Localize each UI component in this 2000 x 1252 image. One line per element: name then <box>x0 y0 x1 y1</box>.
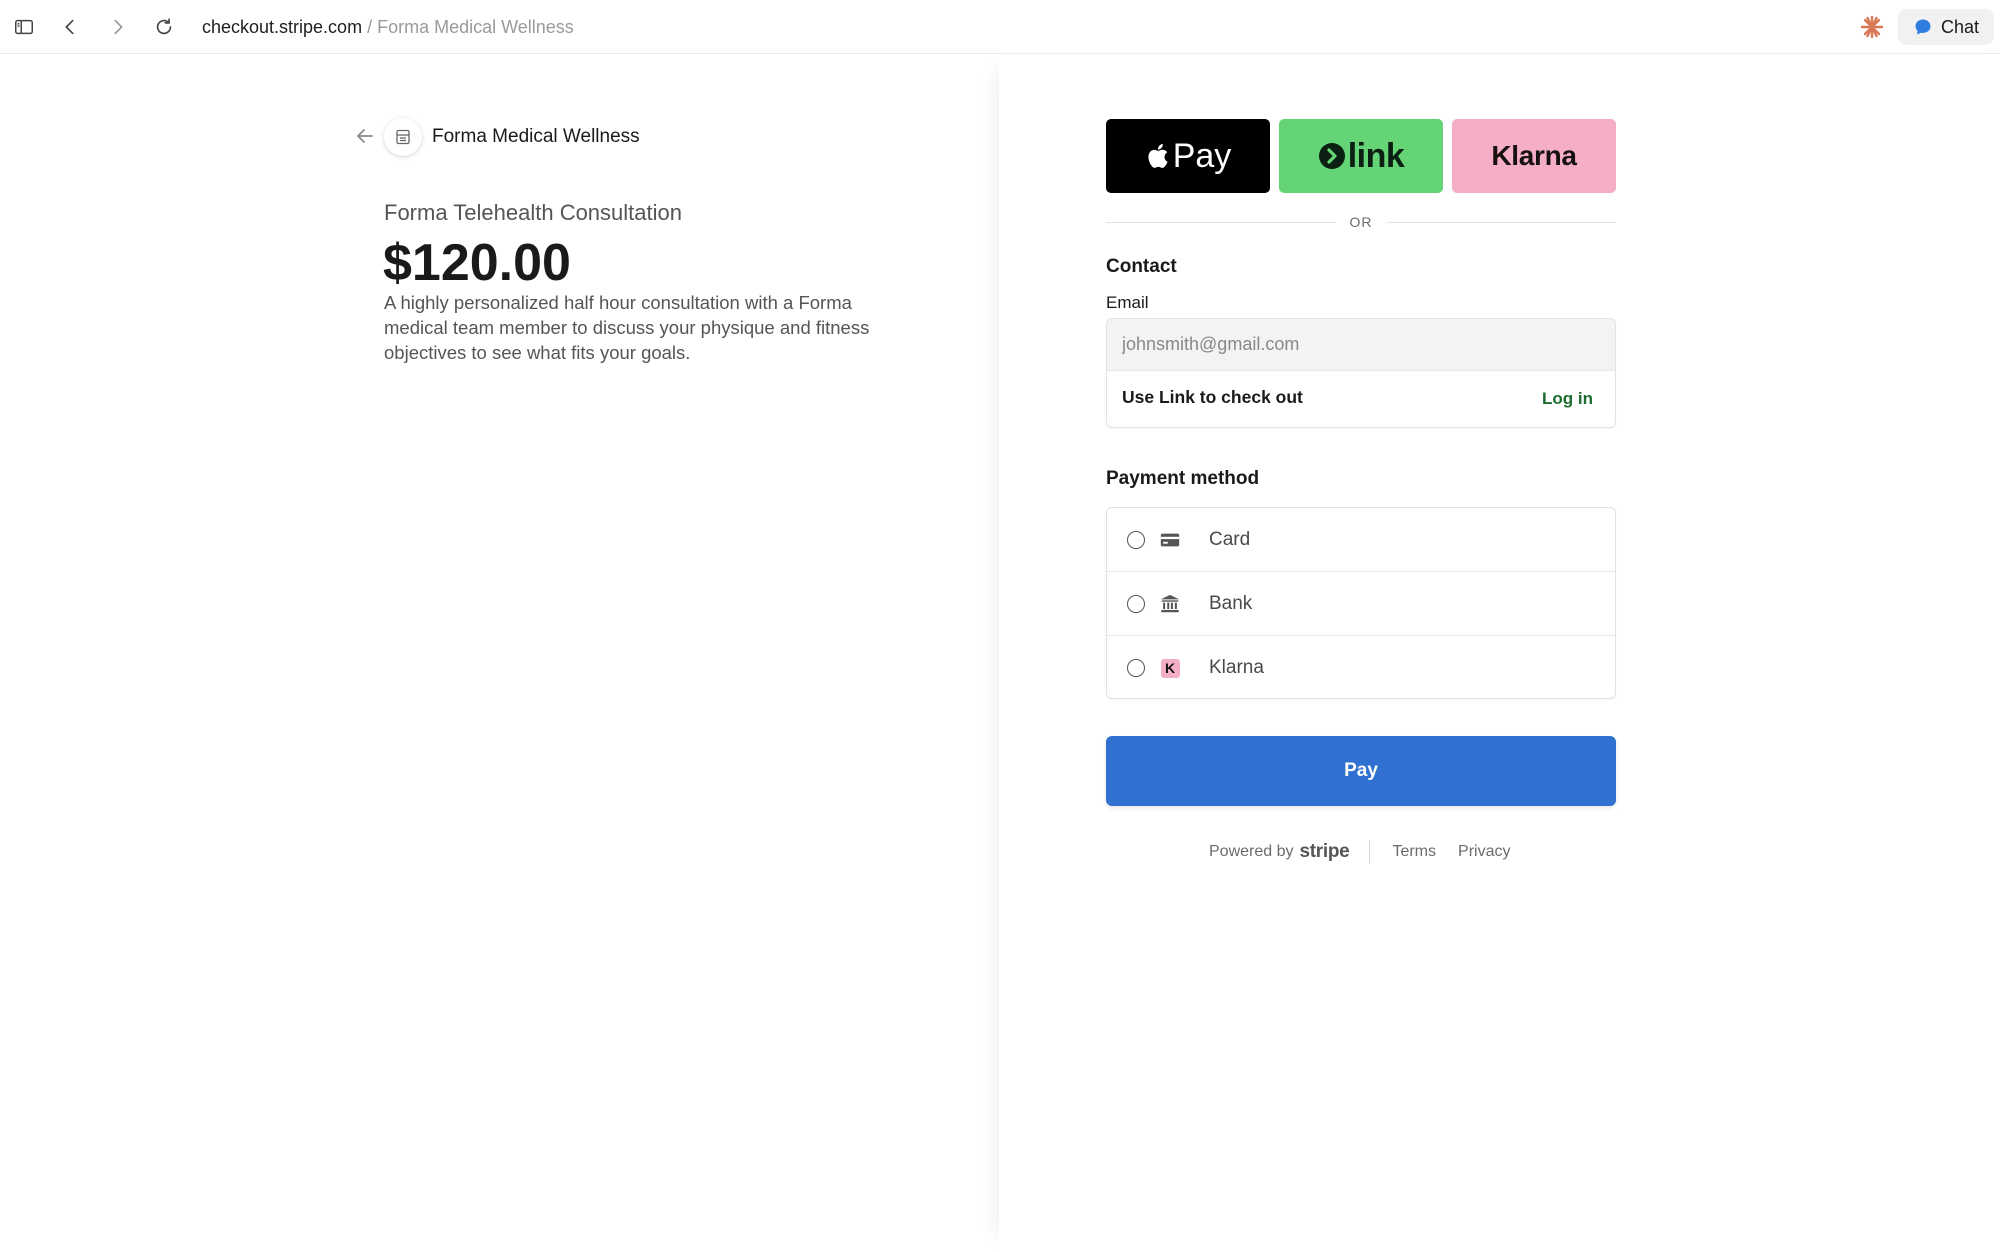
reload-icon[interactable] <box>150 13 178 41</box>
footer-separator <box>1369 840 1371 864</box>
bank-radio[interactable] <box>1127 595 1145 613</box>
klarna-icon: K <box>1158 656 1182 680</box>
url-host: checkout.stripe.com <box>202 17 363 37</box>
chat-button[interactable]: Chat <box>1898 9 1994 45</box>
email-label: Email <box>1106 293 1149 312</box>
merchant-name: Forma Medical Wellness <box>432 126 640 147</box>
payment-option-klarna[interactable]: K Klarna <box>1107 636 1615 698</box>
link-arrow-icon <box>1318 143 1345 169</box>
link-checkout-row: Use Link to check out Log in <box>1107 371 1615 427</box>
footer: Powered by stripe Terms Privacy <box>1209 840 1510 864</box>
or-text: OR <box>1349 214 1373 230</box>
browser-toolbar: checkout.stripe.com / Forma Medical Well… <box>0 0 2000 54</box>
apple-logo-icon <box>1148 144 1168 168</box>
divider-line <box>1386 221 1616 223</box>
link-pay-button[interactable]: link <box>1279 119 1443 193</box>
link-login-button[interactable]: Log in <box>1542 389 1593 409</box>
chat-label: Chat <box>1940 16 1980 37</box>
card-icon <box>1158 528 1182 552</box>
or-divider: OR <box>1106 211 1616 233</box>
back-arrow-icon[interactable] <box>352 123 378 149</box>
bank-label: Bank <box>1209 593 1253 614</box>
claude-icon[interactable] <box>1858 13 1886 41</box>
apple-pay-button[interactable]: Pay <box>1106 119 1270 193</box>
forward-icon[interactable] <box>104 13 132 41</box>
payment-option-card[interactable]: Card <box>1107 508 1615 572</box>
express-checkout: Pay link Klarna <box>1106 119 1616 193</box>
contact-title: Contact <box>1106 256 1177 277</box>
payment-option-bank[interactable]: Bank <box>1107 572 1615 636</box>
sidebar-icon[interactable] <box>10 13 38 41</box>
address-bar[interactable]: checkout.stripe.com / Forma Medical Well… <box>202 15 574 39</box>
klarna-option-label: Klarna <box>1209 657 1264 678</box>
product-description: A highly personalized half hour consulta… <box>384 292 870 363</box>
klarna-badge: K <box>1160 658 1180 678</box>
privacy-link[interactable]: Privacy <box>1458 843 1510 861</box>
divider-line <box>1106 221 1336 223</box>
apple-pay-label: Pay <box>1172 136 1232 175</box>
use-link-text: Use Link to check out <box>1122 387 1303 407</box>
payment-method-list: Card Bank K Klarna <box>1106 507 1616 699</box>
klarna-label: Klarna <box>1491 140 1577 171</box>
url-path: / Forma Medical Wellness <box>362 17 574 37</box>
pay-button[interactable]: Pay <box>1106 736 1616 806</box>
link-label: link <box>1347 136 1405 175</box>
chat-bubble-icon <box>1915 19 1931 35</box>
payment-method-title: Payment method <box>1106 468 1260 489</box>
stripe-logo[interactable]: stripe <box>1300 841 1350 863</box>
price: $120.00 <box>383 234 571 292</box>
product-name: Forma Telehealth Consultation <box>384 200 682 225</box>
email-input[interactable] <box>1107 319 1615 371</box>
klarna-pay-button[interactable]: Klarna <box>1452 119 1616 193</box>
back-icon[interactable] <box>56 13 84 41</box>
bank-icon <box>1158 592 1182 616</box>
contact-box: Use Link to check out Log in <box>1106 318 1616 428</box>
klarna-radio[interactable] <box>1127 659 1145 677</box>
store-icon <box>384 118 422 156</box>
card-label: Card <box>1209 529 1251 550</box>
card-radio[interactable] <box>1127 531 1145 549</box>
powered-by-text: Powered by <box>1209 843 1294 860</box>
terms-link[interactable]: Terms <box>1392 843 1436 861</box>
